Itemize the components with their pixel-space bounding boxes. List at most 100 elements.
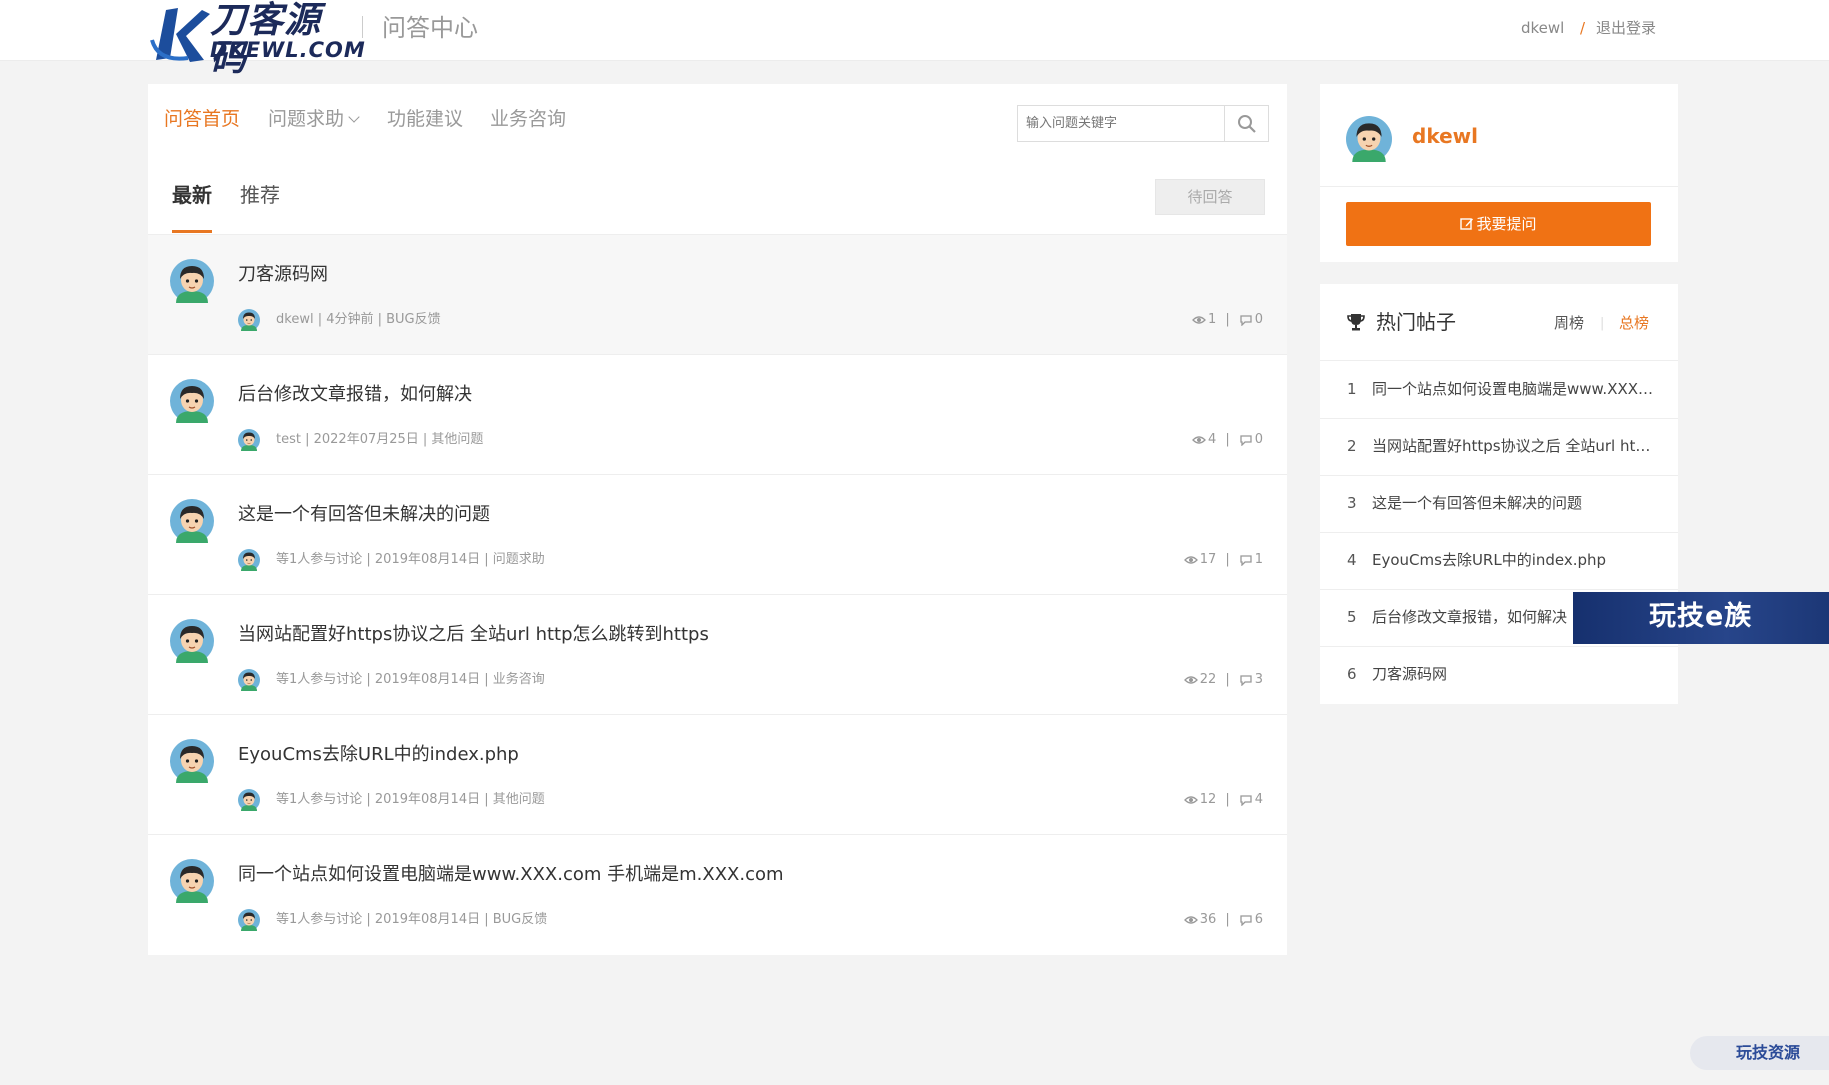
question-stats: 36 | 6 (1183, 910, 1263, 930)
question-stats: 4 | 0 (1192, 430, 1263, 450)
tab-divider: | (1600, 316, 1605, 331)
author-avatar (238, 909, 260, 931)
avatar[interactable] (170, 859, 214, 903)
tab-latest[interactable]: 最新 (172, 182, 212, 208)
question-row[interactable]: 当网站配置好https协议之后 全站url http怎么跳转到https 等1人… (148, 594, 1287, 715)
watermark-corner: 玩技资源 (1690, 1036, 1829, 1070)
tab-recommended[interactable]: 推荐 (240, 182, 280, 208)
logout-link[interactable]: 退出登录 (1596, 18, 1656, 38)
answer-count: 4 (1254, 792, 1263, 807)
eye-icon (1183, 556, 1198, 564)
tab-weekly[interactable]: 周榜 (1554, 312, 1584, 334)
question-title[interactable]: 当网站配置好https协议之后 全站url http怎么跳转到https (238, 623, 709, 647)
user-card: dkewl 我要提问 (1320, 84, 1678, 262)
hot-post-item[interactable]: 4 EyouCms去除URL中的index.php (1320, 532, 1678, 590)
question-meta: dkewl | 4分钟前 | BUG反馈 (276, 312, 441, 327)
edit-icon (1460, 218, 1474, 230)
ask-question-label: 我要提问 (1476, 215, 1537, 233)
trophy-icon (1347, 314, 1365, 331)
question-row[interactable]: 后台修改文章报错，如何解决 test | 2022年07月25日 | 其他问题 … (148, 354, 1287, 475)
nav-suggestion[interactable]: 功能建议 (387, 106, 463, 132)
comment-icon (1240, 555, 1252, 566)
list-header: 问答首页 问题求助 功能建议 业务咨询 最新 推荐 待回答 (148, 84, 1287, 234)
question-stats: 12 | 4 (1183, 790, 1263, 810)
search-input[interactable] (1018, 106, 1222, 141)
hot-post-title[interactable]: 这是一个有回答但未解决的问题 (1372, 492, 1654, 514)
question-stats: 22 | 3 (1183, 670, 1263, 690)
search-button[interactable] (1224, 106, 1268, 141)
question-title[interactable]: 后台修改文章报错，如何解决 (238, 383, 472, 407)
comment-icon (1240, 795, 1252, 806)
avatar[interactable] (1346, 116, 1392, 162)
view-count: 36 (1199, 912, 1217, 927)
question-stats: 17 | 1 (1183, 550, 1263, 570)
avatar[interactable] (170, 739, 214, 783)
nav-business[interactable]: 业务咨询 (490, 106, 566, 132)
eye-icon (1183, 796, 1198, 804)
header-divider (362, 16, 363, 38)
hot-post-title[interactable]: 当网站配置好https协议之后 全站url http怎么跳转到https (1372, 435, 1654, 457)
ask-question-button[interactable]: 我要提问 (1346, 202, 1651, 246)
avatar[interactable] (170, 619, 214, 663)
hot-post-item[interactable]: 2 当网站配置好https协议之后 全站url http怎么跳转到https (1320, 418, 1678, 476)
hot-post-title[interactable]: 同一个站点如何设置电脑端是www.XXX.com 手机端是m.XXX.com (1372, 378, 1654, 400)
hot-post-rank: 2 (1347, 437, 1357, 455)
question-meta: 等1人参与讨论 | 2019年08月14日 | 其他问题 (276, 792, 545, 807)
question-row[interactable]: 刀客源码网 dkewl | 4分钟前 | BUG反馈 1 | 0 (148, 234, 1287, 355)
question-title[interactable]: EyouCms去除URL中的index.php (238, 743, 519, 767)
hot-post-rank: 3 (1347, 494, 1357, 512)
nav-home[interactable]: 问答首页 (164, 106, 240, 132)
pending-answer-button[interactable]: 待回答 (1155, 179, 1265, 215)
question-meta: 等1人参与讨论 | 2019年08月14日 | 问题求助 (276, 552, 545, 567)
logo-k-icon (150, 8, 210, 62)
user-card-header: dkewl (1320, 84, 1678, 187)
watermark-banner: 玩技e族 (1573, 592, 1829, 644)
avatar[interactable] (170, 259, 214, 303)
view-count: 17 (1199, 552, 1217, 567)
hot-post-item[interactable]: 6 刀客源码网 (1320, 646, 1678, 703)
header-username-link[interactable]: dkewl (1521, 18, 1564, 38)
nav-help[interactable]: 问题求助 (268, 106, 360, 132)
hot-post-rank: 6 (1347, 665, 1357, 683)
eye-icon (1192, 316, 1206, 324)
author-avatar (238, 309, 260, 331)
hot-post-item[interactable]: 3 这是一个有回答但未解决的问题 (1320, 475, 1678, 533)
avatar[interactable] (170, 499, 214, 543)
tab-all-time[interactable]: 总榜 (1619, 312, 1649, 334)
search-box (1017, 105, 1269, 142)
author-avatar (238, 429, 260, 451)
header-separator: / (1580, 19, 1586, 37)
question-title[interactable]: 这是一个有回答但未解决的问题 (238, 503, 490, 527)
question-row[interactable]: 同一个站点如何设置电脑端是www.XXX.com 手机端是m.XXX.com 等… (148, 834, 1287, 955)
question-stats: 1 | 0 (1192, 310, 1263, 330)
author-avatar (238, 549, 260, 571)
view-count: 12 (1199, 792, 1217, 807)
active-tab-indicator (172, 230, 212, 233)
answer-count: 1 (1254, 552, 1263, 567)
author-avatar (238, 789, 260, 811)
hot-post-item[interactable]: 1 同一个站点如何设置电脑端是www.XXX.com 手机端是m.XXX.com (1320, 361, 1678, 419)
question-list-panel: 问答首页 问题求助 功能建议 业务咨询 最新 推荐 待回答 刀客源码网 dkew… (148, 84, 1287, 964)
search-icon (1237, 114, 1256, 133)
hot-post-title[interactable]: 刀客源码网 (1372, 663, 1654, 685)
question-meta: 等1人参与讨论 | 2019年08月14日 | 业务咨询 (276, 672, 545, 687)
question-title[interactable]: 同一个站点如何设置电脑端是www.XXX.com 手机端是m.XXX.com (238, 863, 784, 887)
answer-count: 0 (1254, 432, 1263, 447)
site-logo[interactable]: 刀客源码 DKEWL.COM (148, 2, 365, 78)
question-row[interactable]: 这是一个有回答但未解决的问题 等1人参与讨论 | 2019年08月14日 | 问… (148, 474, 1287, 595)
avatar[interactable] (170, 379, 214, 423)
view-count: 4 (1208, 432, 1217, 447)
top-header: 刀客源码 DKEWL.COM 问答中心 dkewl / 退出登录 (0, 0, 1829, 78)
answer-count: 3 (1254, 672, 1263, 687)
question-row[interactable]: EyouCms去除URL中的index.php 等1人参与讨论 | 2019年0… (148, 714, 1287, 835)
hot-post-rank: 1 (1347, 380, 1357, 398)
comment-icon (1240, 915, 1252, 926)
question-title[interactable]: 刀客源码网 (238, 263, 328, 287)
author-avatar (238, 669, 260, 691)
question-meta: test | 2022年07月25日 | 其他问题 (276, 432, 484, 447)
view-count: 22 (1199, 672, 1217, 687)
hot-post-title[interactable]: EyouCms去除URL中的index.php (1372, 549, 1654, 571)
logo-text-en: DKEWL.COM (210, 38, 366, 62)
watermark-corner-text: 玩技资源 (1736, 1043, 1801, 1062)
sidebar-username[interactable]: dkewl (1412, 122, 1478, 150)
